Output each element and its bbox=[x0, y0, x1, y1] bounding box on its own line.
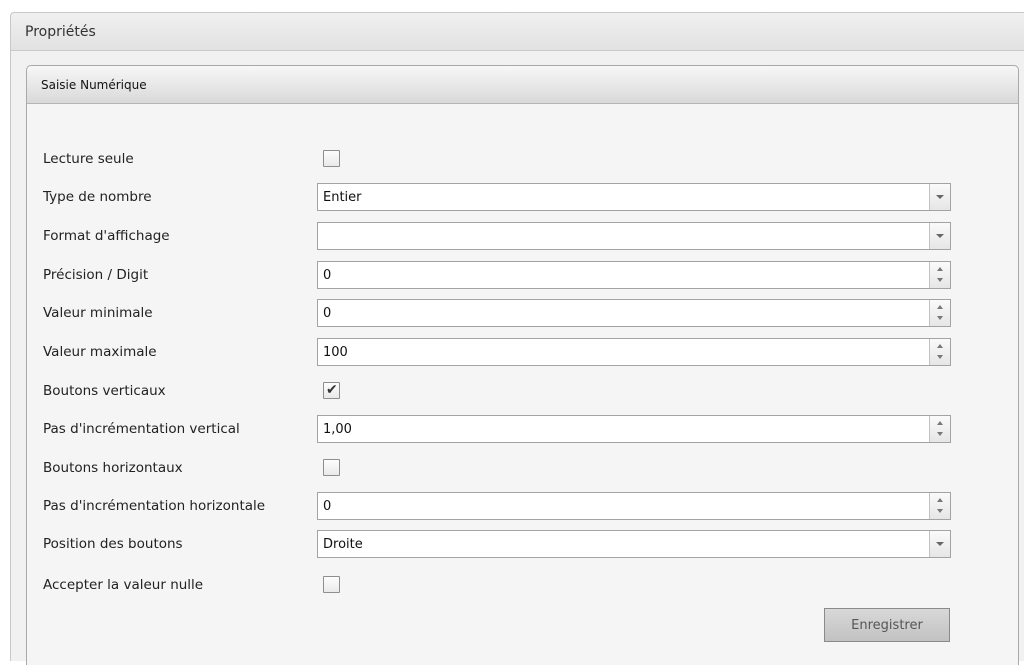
read-only-checkbox[interactable] bbox=[323, 150, 340, 167]
spin-up-icon[interactable] bbox=[937, 498, 943, 502]
vertical-step-label: Pas d'incrémentation vertical bbox=[43, 421, 240, 437]
min-value-spinner[interactable]: 0 bbox=[317, 299, 951, 327]
button-position-dropdown-button[interactable] bbox=[929, 531, 950, 557]
precision-value: 0 bbox=[323, 268, 332, 283]
spin-down-icon[interactable] bbox=[937, 432, 943, 436]
save-button[interactable]: Enregistrer bbox=[824, 608, 950, 642]
read-only-label: Lecture seule bbox=[43, 151, 134, 167]
vertical-buttons-label: Boutons verticaux bbox=[43, 383, 166, 399]
chevron-down-icon bbox=[936, 542, 944, 546]
spin-up-icon[interactable] bbox=[937, 267, 943, 271]
number-type-value: Entier bbox=[323, 190, 362, 205]
number-type-select[interactable]: Entier bbox=[317, 183, 951, 211]
display-format-dropdown-button[interactable] bbox=[929, 223, 950, 249]
vertical-step-spin-buttons[interactable] bbox=[929, 416, 950, 442]
horizontal-buttons-checkbox[interactable] bbox=[323, 459, 340, 476]
number-type-dropdown-button[interactable] bbox=[929, 184, 950, 210]
row-button-position: Position des boutons Droite bbox=[27, 530, 1018, 558]
horizontal-step-value: 0 bbox=[323, 499, 332, 514]
min-value-value: 0 bbox=[323, 306, 332, 321]
number-type-label: Type de nombre bbox=[43, 189, 152, 205]
row-accept-null: Accepter la valeur nulle bbox=[27, 571, 1018, 599]
horizontal-buttons-label: Boutons horizontaux bbox=[43, 460, 183, 476]
spin-up-icon[interactable] bbox=[937, 421, 943, 425]
row-display-format: Format d'affichage bbox=[27, 222, 1018, 250]
display-format-label: Format d'affichage bbox=[43, 228, 170, 244]
vertical-buttons-checkbox[interactable]: ✔ bbox=[323, 382, 340, 399]
max-value-spin-buttons[interactable] bbox=[929, 339, 950, 365]
row-read-only: Lecture seule bbox=[27, 145, 1018, 173]
button-position-label: Position des boutons bbox=[43, 536, 183, 552]
row-vertical-buttons: Boutons verticaux ✔ bbox=[27, 377, 1018, 405]
properties-panel: Propriétés Saisie Numérique Lecture seul… bbox=[10, 12, 1024, 665]
row-vertical-step: Pas d'incrémentation vertical 1,00 bbox=[27, 415, 1018, 443]
properties-panel-title: Propriétés bbox=[11, 13, 1024, 51]
spin-down-icon[interactable] bbox=[937, 509, 943, 513]
spin-up-icon[interactable] bbox=[937, 344, 943, 348]
chevron-down-icon bbox=[936, 234, 944, 238]
min-value-spin-buttons[interactable] bbox=[929, 300, 950, 326]
precision-spin-buttons[interactable] bbox=[929, 262, 950, 288]
spin-down-icon[interactable] bbox=[937, 355, 943, 359]
spin-down-icon[interactable] bbox=[937, 278, 943, 282]
numeric-input-section: Saisie Numérique Lecture seule Type de n… bbox=[26, 65, 1019, 665]
section-title: Saisie Numérique bbox=[27, 66, 1018, 104]
max-value-value: 100 bbox=[323, 345, 348, 360]
button-position-value: Droite bbox=[323, 537, 363, 552]
vertical-step-value: 1,00 bbox=[323, 422, 352, 437]
row-min-value: Valeur minimale 0 bbox=[27, 299, 1018, 327]
checkmark-icon: ✔ bbox=[326, 382, 338, 398]
accept-null-checkbox[interactable] bbox=[323, 576, 340, 593]
precision-spinner[interactable]: 0 bbox=[317, 261, 951, 289]
precision-label: Précision / Digit bbox=[43, 267, 149, 283]
min-value-label: Valeur minimale bbox=[43, 305, 153, 321]
row-horizontal-step: Pas d'incrémentation horizontale 0 bbox=[27, 492, 1018, 520]
accept-null-label: Accepter la valeur nulle bbox=[43, 577, 204, 593]
spin-down-icon[interactable] bbox=[937, 316, 943, 320]
max-value-label: Valeur maximale bbox=[43, 344, 157, 360]
max-value-spinner[interactable]: 100 bbox=[317, 338, 951, 366]
row-number-type: Type de nombre Entier bbox=[27, 183, 1018, 211]
chevron-down-icon bbox=[936, 195, 944, 199]
row-max-value: Valeur maximale 100 bbox=[27, 338, 1018, 366]
horizontal-step-spinner[interactable]: 0 bbox=[317, 492, 951, 520]
spin-up-icon[interactable] bbox=[937, 305, 943, 309]
row-precision: Précision / Digit 0 bbox=[27, 261, 1018, 289]
horizontal-step-label: Pas d'incrémentation horizontale bbox=[43, 498, 266, 514]
row-horizontal-buttons: Boutons horizontaux bbox=[27, 454, 1018, 482]
display-format-select[interactable] bbox=[317, 222, 951, 250]
button-position-select[interactable]: Droite bbox=[317, 530, 951, 558]
horizontal-step-spin-buttons[interactable] bbox=[929, 493, 950, 519]
vertical-step-spinner[interactable]: 1,00 bbox=[317, 415, 951, 443]
